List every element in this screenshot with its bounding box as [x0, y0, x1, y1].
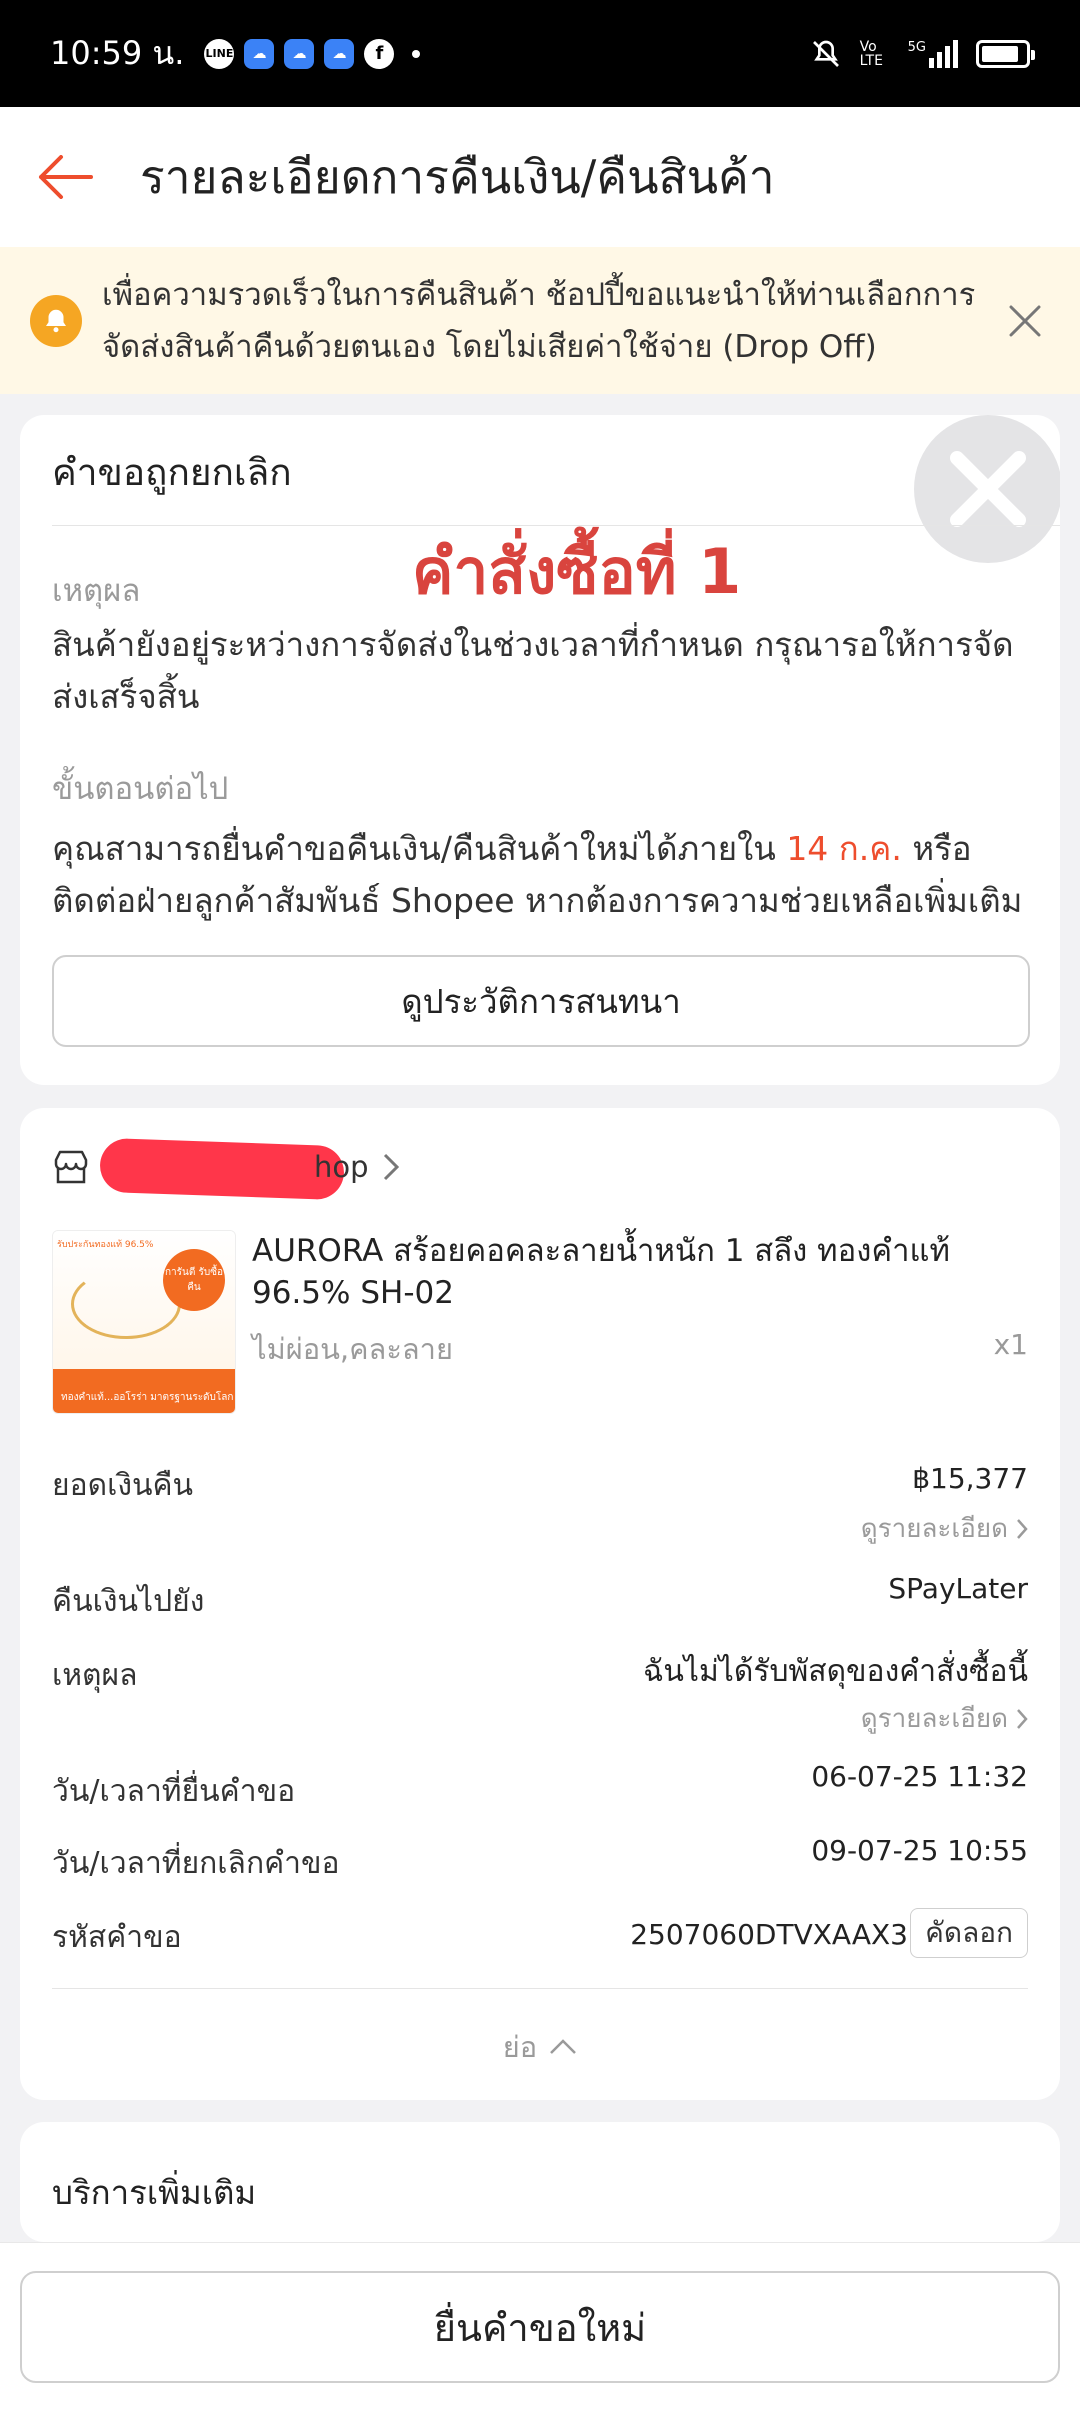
overlay-close-icon [914, 415, 1060, 563]
product-variant: ไม่ผ่อน,คละลาย [252, 1332, 453, 1366]
more-notifications-dot [412, 49, 421, 58]
reason-detail-link[interactable]: ดูรายละเอียด [861, 1698, 1028, 1739]
divider [52, 1988, 1028, 1989]
deadline-date: 14 ก.ค. [786, 829, 902, 868]
chevron-right-icon [1017, 1518, 1028, 1539]
request-status-card: คำขอถูกยกเลิก คำสั่งซื้อที่ 1 เหตุผล สิน… [20, 415, 1060, 1085]
product-name[interactable]: AURORA สร้อยคอคละลายน้ำหนัก 1 สลึง ทองคำ… [252, 1230, 1012, 1314]
banner-text: เพื่อความรวดเร็วในการคืนสินค้า ช้อปปี้ขอ… [102, 276, 976, 365]
refund-detail-link[interactable]: ดูรายละเอียด [861, 1508, 1028, 1549]
reason-text: สินค้ายังอยู่ระหว่างการจัดส่งในช่วงเวลาท… [52, 625, 1014, 716]
product-quantity: x1 [993, 1328, 1028, 1361]
status-bar: 10:59 น. LINE ☁ ☁ ☁ f Vo LTE 5G [0, 0, 1080, 107]
services-card: บริการเพิ่มเติม [20, 2122, 1060, 2242]
back-arrow-icon [39, 155, 93, 199]
system-icons: Vo LTE 5G [810, 38, 1035, 70]
shop-link[interactable]: hop [52, 1137, 399, 1201]
copy-button[interactable]: คัดลอก [910, 1908, 1028, 1958]
chevron-up-icon [550, 2039, 577, 2054]
product-image-caption: รับประกันทองแท้ 96.5% [57, 1240, 154, 1250]
next-step-text-part: คุณสามารถยื่นคำขอคืนเงิน/คืนสินค้าใหม่ได… [52, 829, 787, 868]
collapse-button[interactable]: ย่อ [20, 2024, 1060, 2070]
battery-icon [976, 39, 1035, 68]
chevron-right-icon [383, 1153, 399, 1181]
order-details-card: hop รับประกันทองแท้ 96.5% การันตี รับซื้… [20, 1108, 1060, 2100]
refund-amount: ฿15,377 [912, 1462, 1028, 1495]
refund-to-value: SPayLater [888, 1572, 1028, 1605]
product-image-footer-text: ทองคำแท้...ออโรร่า มาตรฐานระดับโลก [61, 1392, 234, 1403]
collapse-label: ย่อ [502, 2030, 538, 2064]
weather-icon: ☁ [324, 38, 355, 69]
next-step-text: คุณสามารถยื่นคำขอคืนเงิน/คืนสินค้าใหม่ได… [52, 823, 1032, 927]
refund-amount-label: ยอดเงินคืน [52, 1468, 194, 1503]
page-title: รายละเอียดการคืนเงิน/คืนสินค้า [140, 149, 775, 204]
battery-level [982, 45, 1018, 62]
chat-history-button[interactable]: ดูประวัติการสนทนา [52, 955, 1030, 1047]
reason-label: เหตุผล [52, 1658, 138, 1693]
bottom-action-bar: ยื่นคำขอใหม่ [0, 2242, 1080, 2412]
guarantee-badge: การันตี รับซื้อคืน [163, 1249, 225, 1311]
weather-icon: ☁ [284, 38, 315, 69]
network-type: 5G [907, 39, 926, 55]
volte-icon: Vo LTE [859, 38, 883, 69]
shop-name-text: hop [314, 1150, 369, 1184]
info-banner: เพื่อความรวดเร็วในการคืนสินค้า ช้อปปี้ขอ… [0, 247, 1080, 394]
line-app-icon: LINE [204, 38, 235, 69]
shop-icon [54, 1150, 88, 1184]
status-time: 10:59 น. [50, 34, 185, 72]
close-icon [1009, 305, 1041, 336]
refund-to-label: คืนเงินไปยัง [52, 1584, 205, 1619]
services-title: บริการเพิ่มเติม [52, 2173, 257, 2212]
submitted-at-value: 06-07-25 11:32 [811, 1760, 1028, 1793]
back-button[interactable] [30, 142, 100, 212]
signal-icon: 5G [907, 39, 958, 68]
request-id-label: รหัสคำขอ [52, 1920, 182, 1955]
new-request-button[interactable]: ยื่นคำขอใหม่ [20, 2271, 1060, 2383]
cancelled-at-value: 09-07-25 10:55 [811, 1834, 1028, 1867]
weather-icon: ☁ [244, 38, 275, 69]
order-number-overlay: คำสั่งซื้อที่ 1 [412, 535, 742, 608]
request-status-title: คำขอถูกยกเลิก [52, 451, 292, 494]
bell-icon [30, 294, 82, 347]
detail-link-text: ดูรายละเอียด [860, 1704, 1008, 1734]
app-header: รายละเอียดการคืนเงิน/คืนสินค้า [0, 107, 1080, 247]
product-image[interactable]: รับประกันทองแท้ 96.5% การันตี รับซื้อคืน… [52, 1230, 236, 1414]
request-id-value: 2507060DTVXAAX3 [630, 1918, 908, 1951]
detail-link-text: ดูรายละเอียด [860, 1514, 1008, 1544]
notification-icons: LINE ☁ ☁ ☁ f [204, 38, 421, 69]
next-step-label: ขั้นตอนต่อไป [52, 771, 229, 807]
banner-close-button[interactable] [1000, 296, 1050, 346]
facebook-icon: f [364, 38, 395, 69]
submitted-at-label: วัน/เวลาที่ยื่นคำขอ [52, 1774, 296, 1809]
reason-label: เหตุผล [52, 573, 141, 609]
reason-value: ฉันไม่ได้รับพัสดุของคำสั่งซื้อนี้ [642, 1654, 1028, 1689]
chevron-right-icon [1017, 1708, 1028, 1729]
cancelled-at-label: วัน/เวลาที่ยกเลิกคำขอ [52, 1846, 340, 1881]
shop-name: hop [99, 1137, 369, 1201]
mute-icon [812, 40, 839, 67]
